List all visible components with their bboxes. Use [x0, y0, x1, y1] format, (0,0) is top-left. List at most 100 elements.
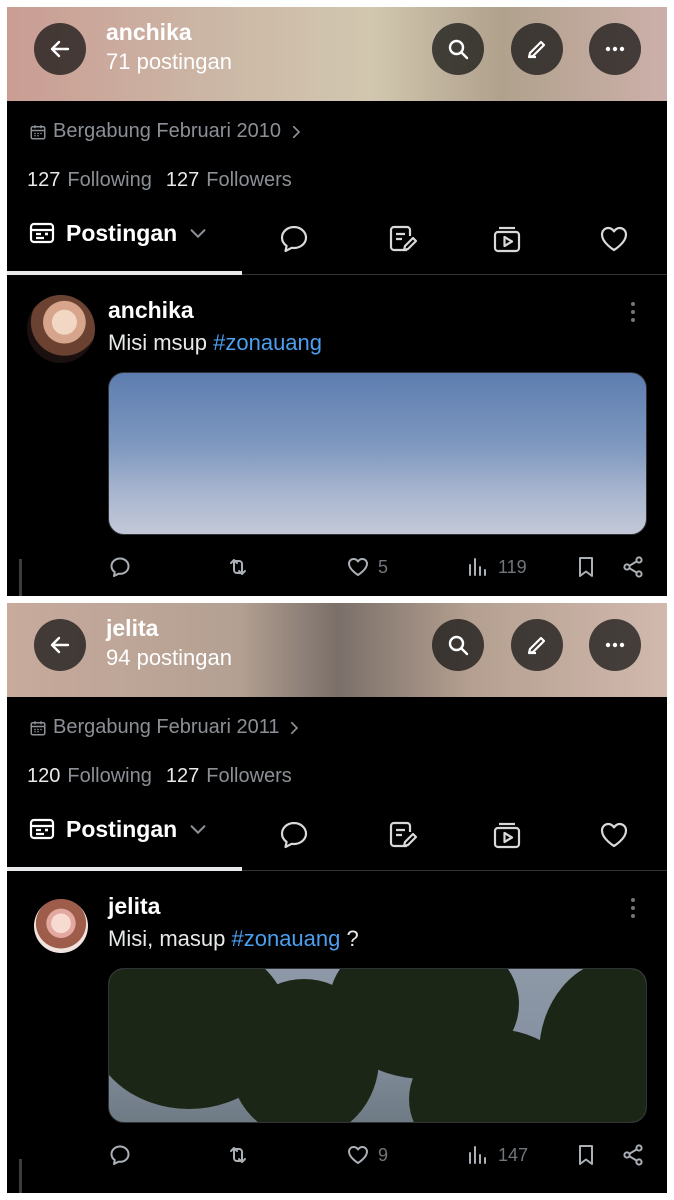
post-more-icon[interactable]	[624, 299, 642, 325]
view-count: 119	[498, 556, 527, 577]
arrow-left-icon	[50, 40, 70, 58]
pencil-icon	[527, 636, 546, 655]
joined-date[interactable]: Bergabung Februari 2011	[29, 716, 303, 739]
joined-date[interactable]: Bergabung Februari 2010	[29, 120, 305, 143]
post-more-icon[interactable]	[624, 895, 642, 921]
article-edit-icon	[389, 225, 418, 252]
posts-tab-icon	[29, 818, 55, 840]
share-icon	[623, 556, 643, 578]
tab-postingan-label: Postingan	[66, 815, 178, 842]
post-actions: 9 147	[108, 1143, 648, 1169]
bookmark-button[interactable]	[574, 1143, 598, 1167]
tab-postingan[interactable]: Postingan	[28, 815, 209, 843]
following-count: 127	[27, 169, 61, 191]
like-button[interactable]: 9	[346, 1143, 388, 1167]
share-button[interactable]	[621, 1143, 645, 1167]
back-button[interactable]	[34, 619, 86, 671]
profile-panel-anchika: anchika 71 postingan Bergabung Februari …	[7, 7, 667, 596]
tab-likes[interactable]	[598, 819, 630, 851]
search-icon	[448, 39, 469, 60]
followers-link[interactable]: 127 Followers	[166, 169, 292, 192]
like-count: 9	[378, 1144, 389, 1165]
views-button[interactable]: 147	[466, 1143, 528, 1167]
tab-likes[interactable]	[598, 223, 630, 255]
views-button[interactable]: 119	[466, 555, 527, 579]
edit-button[interactable]	[511, 23, 563, 75]
tab-replies[interactable]	[278, 819, 310, 851]
views-chart-icon	[469, 558, 486, 576]
profile-panel-jelita: jelita 94 postingan Bergabung Februari 2…	[7, 603, 667, 1193]
tab-postingan-label: Postingan	[66, 219, 178, 246]
bookmark-icon	[579, 1145, 593, 1165]
avatar[interactable]	[34, 899, 88, 953]
followers-link[interactable]: 127 Followers	[166, 765, 292, 788]
post-hashtag[interactable]: #zonauang	[231, 926, 340, 951]
profile-header-banner: anchika 71 postingan	[7, 7, 667, 101]
header-username: anchika	[106, 19, 192, 45]
more-horizontal-icon	[605, 46, 625, 52]
chevron-right-icon	[291, 721, 299, 734]
search-button[interactable]	[432, 23, 484, 75]
post-media-image[interactable]	[108, 968, 647, 1123]
speech-bubble-icon	[280, 821, 308, 849]
heart-icon	[600, 226, 628, 252]
post-text: Misi, masup #zonauang ?	[108, 926, 359, 952]
heart-icon	[348, 1146, 368, 1164]
media-play-icon	[493, 822, 521, 849]
profile-header-banner: jelita 94 postingan	[7, 603, 667, 697]
heart-icon	[348, 558, 368, 576]
share-button[interactable]	[621, 555, 645, 579]
post-author[interactable]: jelita	[108, 893, 160, 920]
reply-button[interactable]	[108, 1143, 132, 1167]
post-text: Misi msup #zonauang	[108, 330, 322, 356]
tab-postingan[interactable]: Postingan	[28, 219, 209, 247]
post-author[interactable]: anchika	[108, 297, 194, 324]
media-play-icon	[493, 226, 521, 253]
followers-label: Followers	[206, 765, 292, 787]
repost-button[interactable]	[226, 555, 250, 579]
tab-articles[interactable]	[386, 223, 418, 255]
follow-stats: 120 Following 127 Followers	[27, 765, 306, 788]
views-chart-icon	[469, 1146, 486, 1164]
joined-label: Bergabung Februari 2011	[53, 716, 280, 738]
back-button[interactable]	[34, 23, 86, 75]
article-edit-icon	[389, 821, 418, 848]
bookmark-icon	[579, 557, 593, 577]
active-tab-indicator	[7, 271, 242, 275]
post-actions: 5 119	[108, 555, 648, 581]
search-button[interactable]	[432, 619, 484, 671]
following-link[interactable]: 120 Following	[27, 765, 152, 788]
share-icon	[623, 1144, 643, 1166]
followers-label: Followers	[206, 169, 292, 191]
search-icon	[448, 635, 469, 656]
tab-articles[interactable]	[386, 819, 418, 851]
tab-media[interactable]	[491, 223, 523, 255]
tab-media[interactable]	[491, 819, 523, 851]
repost-icon	[230, 559, 246, 575]
edit-button[interactable]	[511, 619, 563, 671]
chevron-down-icon	[190, 229, 206, 239]
post-hashtag[interactable]: #zonauang	[213, 330, 322, 355]
following-label: Following	[67, 169, 152, 191]
post-text-body: Misi, masup	[108, 926, 232, 951]
like-button[interactable]: 5	[346, 555, 388, 579]
post-media-image[interactable]	[108, 372, 647, 535]
heart-icon	[600, 822, 628, 848]
reply-button[interactable]	[108, 555, 132, 579]
active-tab-indicator	[7, 867, 242, 871]
chevron-down-icon	[190, 825, 206, 835]
view-count: 147	[498, 1144, 529, 1165]
following-link[interactable]: 127 Following	[27, 169, 152, 192]
followers-count: 127	[165, 169, 200, 191]
like-count: 5	[378, 556, 389, 577]
following-count: 120	[27, 765, 61, 787]
bookmark-button[interactable]	[574, 555, 598, 579]
more-button[interactable]	[589, 23, 641, 75]
reply-icon	[110, 1145, 130, 1165]
follow-stats: 127 Following 127 Followers	[27, 169, 306, 192]
more-button[interactable]	[589, 619, 641, 671]
header-post-count: 94 postingan	[106, 645, 232, 670]
repost-button[interactable]	[226, 1143, 250, 1167]
avatar[interactable]	[27, 295, 95, 363]
tab-replies[interactable]	[278, 223, 310, 255]
